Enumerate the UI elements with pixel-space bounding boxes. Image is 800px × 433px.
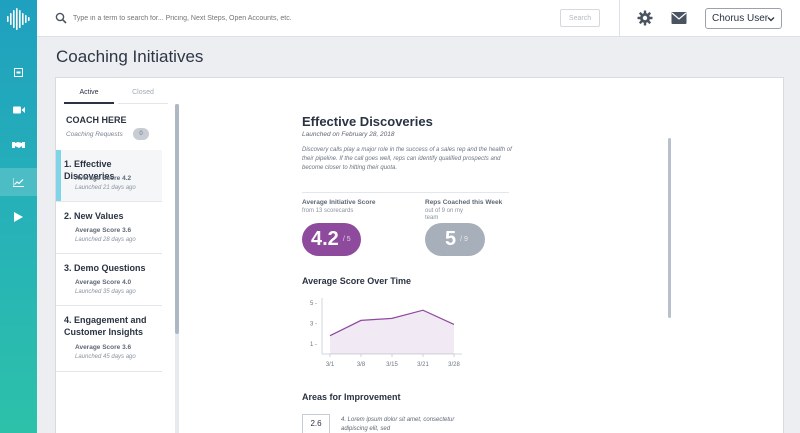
- x-tick-label: 3/8: [357, 362, 366, 368]
- initiative-score: Average Score 3.6: [75, 227, 132, 234]
- left-nav: [0, 0, 37, 433]
- chorus-logo-icon[interactable]: [7, 8, 30, 30]
- top-bar: Search Chorus User: [37, 0, 800, 37]
- nav-play[interactable]: [0, 203, 37, 231]
- user-name: Chorus User: [712, 13, 769, 24]
- nav-dashboard[interactable]: [0, 58, 37, 86]
- initiative-list: COACH HERE Coaching Requests 0 1. Effect…: [56, 110, 176, 433]
- square-icon: [14, 67, 23, 77]
- initiative-item-demo-questions[interactable]: 3. Demo Questions Average Score 4.0 Laun…: [56, 254, 162, 306]
- list-scrollbar-thumb[interactable]: [175, 104, 179, 334]
- initiative-score: Average Score 4.2: [75, 175, 132, 182]
- gear-icon[interactable]: [637, 10, 653, 26]
- initiative-item-new-values[interactable]: 2. New Values Average Score 3.6 Launched…: [56, 202, 162, 254]
- avg-score-denom: / 5: [342, 236, 351, 243]
- x-tick-label: 3/21: [417, 362, 429, 368]
- reps-coached-label: Reps Coached this Week: [425, 199, 503, 206]
- active-marker: [56, 150, 61, 201]
- search-icon: [55, 12, 67, 24]
- initiative-score: Average Score 3.6: [75, 344, 132, 351]
- topbar-divider: [619, 0, 620, 37]
- avg-score-label: Average Initiative Score: [302, 199, 376, 206]
- initiative-score: Average Score 4.0: [75, 279, 132, 286]
- detail-launched: Launched on February 28, 2018: [302, 131, 395, 138]
- reps-coached-denom: / 9: [460, 236, 468, 243]
- score-over-time-chart: 5 - 3 - 1 - 3/1 3/8 3/15 3/21 3/28: [310, 298, 462, 368]
- initiative-item-engagement-customer-insights[interactable]: 4. Engagement and Customer Insights Aver…: [56, 306, 162, 372]
- area-score-box: 2.6: [302, 414, 330, 433]
- initiative-title: 4. Engagement and Customer Insights: [64, 315, 147, 337]
- reps-coached-pill: 5 / 9: [425, 223, 485, 256]
- chart-title: Average Score Over Time: [302, 276, 412, 286]
- x-tick-label: 3/1: [326, 362, 335, 368]
- nav-coaching[interactable]: [0, 168, 37, 196]
- initiative-launched: Launched 35 days ago: [75, 289, 136, 295]
- coach-here-heading: COACH HERE: [66, 115, 127, 125]
- chevron-down-icon: [767, 17, 775, 22]
- detail-scrollbar[interactable]: [668, 138, 671, 318]
- initiative-launched: Launched 45 days ago: [75, 354, 136, 360]
- avg-score-value: 4.2: [311, 228, 339, 250]
- area-text: 4. Lorem ipsum dolor sit amet, consectet…: [341, 417, 455, 432]
- nav-deals[interactable]: [0, 131, 37, 159]
- areas-title: Areas for Improvement: [302, 392, 401, 402]
- status-tabs: Active Closed: [64, 86, 172, 104]
- line-chart-icon: [13, 177, 24, 187]
- play-icon: [14, 212, 23, 222]
- reps-coached-sub: out of 9 on my team: [425, 208, 464, 221]
- nav-recordings[interactable]: [0, 96, 37, 124]
- y-tick-label: 5 -: [310, 301, 317, 307]
- reps-coached-value: 5: [445, 228, 457, 250]
- initiative-title: 2. New Values: [64, 211, 124, 221]
- series-area: [330, 310, 454, 354]
- search-input[interactable]: [73, 9, 573, 27]
- y-tick-label: 1 -: [310, 342, 317, 348]
- tab-closed[interactable]: Closed: [118, 86, 168, 104]
- coaching-requests-count: 0: [133, 128, 149, 140]
- video-camera-icon: [12, 106, 25, 114]
- list-scrollbar[interactable]: [175, 104, 179, 433]
- stats-divider: [302, 192, 509, 193]
- initiative-title: 3. Demo Questions: [64, 263, 146, 273]
- initiative-launched: Launched 28 days ago: [75, 237, 136, 243]
- handshake-icon: [12, 142, 25, 148]
- initiative-detail: Effective Discoveries Launched on Februa…: [184, 78, 785, 433]
- detail-description: Discovery calls play a major role in the…: [302, 147, 512, 171]
- y-tick-label: 3 -: [310, 321, 317, 327]
- user-dropdown[interactable]: Chorus User: [705, 8, 782, 29]
- search-button[interactable]: Search: [560, 9, 600, 27]
- page-title: Coaching Initiatives: [56, 47, 204, 66]
- initiative-launched: Launched 21 days ago: [75, 185, 136, 191]
- avg-score-sub: from 13 scorecards: [302, 208, 354, 214]
- initiatives-card: Active Closed COACH HERE Coaching Reques…: [55, 77, 784, 433]
- tab-active[interactable]: Active: [64, 86, 114, 104]
- x-tick-label: 3/28: [448, 362, 460, 368]
- initiative-item-effective-discoveries[interactable]: 1. Effective Discoveries Average Score 4…: [56, 150, 162, 202]
- coaching-requests-label[interactable]: Coaching Requests: [66, 131, 123, 138]
- envelope-icon[interactable]: [671, 11, 687, 25]
- x-tick-label: 3/15: [386, 362, 398, 368]
- detail-title: Effective Discoveries: [302, 114, 433, 129]
- avg-score-pill: 4.2 / 5: [302, 223, 361, 256]
